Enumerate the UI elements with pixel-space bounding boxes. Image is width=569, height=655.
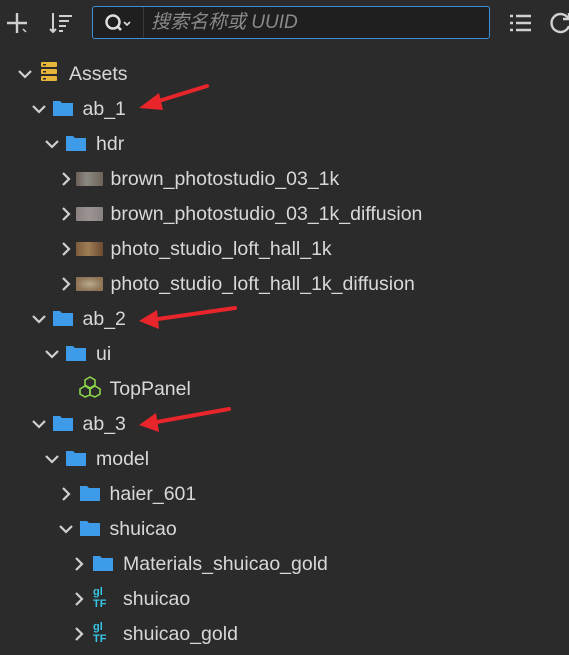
chevron-down-icon[interactable]	[30, 310, 48, 328]
chevron-down-icon[interactable]	[43, 135, 61, 153]
tree-row-shuicao[interactable]: shuicao	[0, 511, 569, 546]
chevron-right-icon[interactable]	[70, 590, 88, 608]
tree-row-materials-shuicao-gold[interactable]: Materials_shuicao_gold	[0, 546, 569, 581]
tree-item-label: shuicao	[109, 518, 177, 540]
tree-item-label: ab_2	[82, 308, 126, 330]
folder-icon	[79, 483, 101, 503]
database-icon	[38, 61, 60, 81]
chevron-right-icon[interactable]	[70, 625, 88, 643]
folder-icon	[92, 553, 114, 573]
prefab-icon	[78, 376, 101, 398]
folder-icon	[52, 308, 74, 328]
tree-item-label: model	[96, 448, 150, 470]
image-thumbnail-icon	[75, 242, 103, 256]
folder-icon	[79, 518, 101, 538]
chevron-right-icon[interactable]	[57, 240, 75, 258]
chevron-right-icon[interactable]	[57, 170, 75, 188]
svg-text:gl: gl	[93, 586, 103, 598]
tree-row-ab-1[interactable]: ab_1	[0, 91, 569, 126]
tree-item-label: Assets	[69, 63, 128, 85]
search-input[interactable]	[145, 7, 475, 38]
tree-row-model[interactable]: model	[0, 441, 569, 476]
gltf-icon: gl TF	[92, 620, 114, 645]
chevron-right-icon[interactable]	[70, 555, 88, 573]
tree-row-haier-601[interactable]: haier_601	[0, 476, 569, 511]
chevron-right-icon[interactable]	[57, 275, 75, 293]
gltf-icon: gl TF	[92, 585, 114, 610]
chevron-down-icon[interactable]	[30, 415, 48, 433]
tree-row-shuicao[interactable]: gl TF shuicao	[0, 581, 569, 616]
tree-row-photo-studio-loft-hall-1k[interactable]: photo_studio_loft_hall_1k	[0, 231, 569, 266]
tree-item-label: hdr	[96, 133, 125, 155]
tree-item-label: photo_studio_loft_hall_1k_diffusion	[110, 273, 415, 295]
folder-icon	[65, 448, 87, 468]
tree-item-label: brown_photostudio_03_1k	[110, 168, 340, 190]
tree-item-label: ab_1	[82, 98, 126, 120]
tree-row-ab-2[interactable]: ab_2	[0, 301, 569, 336]
tree-row-hdr[interactable]: hdr	[0, 126, 569, 161]
chevron-right-icon[interactable]	[57, 485, 75, 503]
tree-item-label: photo_studio_loft_hall_1k	[110, 238, 332, 260]
tree-row-ui[interactable]: ui	[0, 336, 569, 371]
folder-icon	[52, 98, 74, 118]
tree-item-label: shuicao	[123, 588, 191, 610]
toolbar	[0, 0, 569, 46]
chevron-down-icon[interactable]	[57, 520, 75, 538]
tree-item-label: TopPanel	[109, 378, 191, 400]
plus-icon[interactable]	[2, 8, 32, 38]
svg-text:gl: gl	[93, 621, 103, 633]
tree-row-photo-studio-loft-hall-1k-diffusion[interactable]: photo_studio_loft_hall_1k_diffusion	[0, 266, 569, 301]
image-thumbnail-icon	[75, 172, 103, 186]
chevron-down-icon[interactable]	[16, 65, 34, 83]
tree-item-label: brown_photostudio_03_1k_diffusion	[110, 203, 423, 225]
folder-icon	[65, 343, 87, 363]
refresh-icon[interactable]	[545, 8, 569, 38]
tree-item-label: shuicao_gold	[123, 623, 238, 645]
tree-row-ab-3[interactable]: ab_3	[0, 406, 569, 441]
tree-row-toppanel[interactable]: TopPanel	[0, 371, 569, 406]
tree-row-shuicao-gold[interactable]: gl TF shuicao_gold	[0, 616, 569, 651]
search-box	[92, 6, 490, 39]
tree-item-label: ui	[96, 343, 112, 365]
image-thumbnail-icon	[75, 207, 103, 221]
folder-icon	[65, 133, 87, 153]
list-icon[interactable]	[505, 8, 535, 38]
svg-text:TF: TF	[93, 633, 107, 644]
tree-row-brown-photostudio-03-1k-diffusion[interactable]: brown_photostudio_03_1k_diffusion	[0, 196, 569, 231]
tree-row-brown-photostudio-03-1k[interactable]: brown_photostudio_03_1k	[0, 161, 569, 196]
tree-item-label: Materials_shuicao_gold	[123, 553, 328, 575]
sort-icon[interactable]	[46, 8, 76, 38]
tree-item-label: ab_3	[82, 413, 126, 435]
chevron-down-icon[interactable]	[30, 100, 48, 118]
svg-text:TF: TF	[93, 598, 107, 609]
image-thumbnail-icon	[75, 277, 103, 291]
chevron-right-icon[interactable]	[57, 205, 75, 223]
tree-row-assets[interactable]: Assets	[0, 56, 569, 91]
chevron-down-icon[interactable]	[43, 450, 61, 468]
search-icon[interactable]	[93, 7, 144, 38]
folder-icon	[52, 413, 74, 433]
tree-item-label: haier_601	[109, 483, 197, 505]
chevron-down-icon[interactable]	[43, 345, 61, 363]
